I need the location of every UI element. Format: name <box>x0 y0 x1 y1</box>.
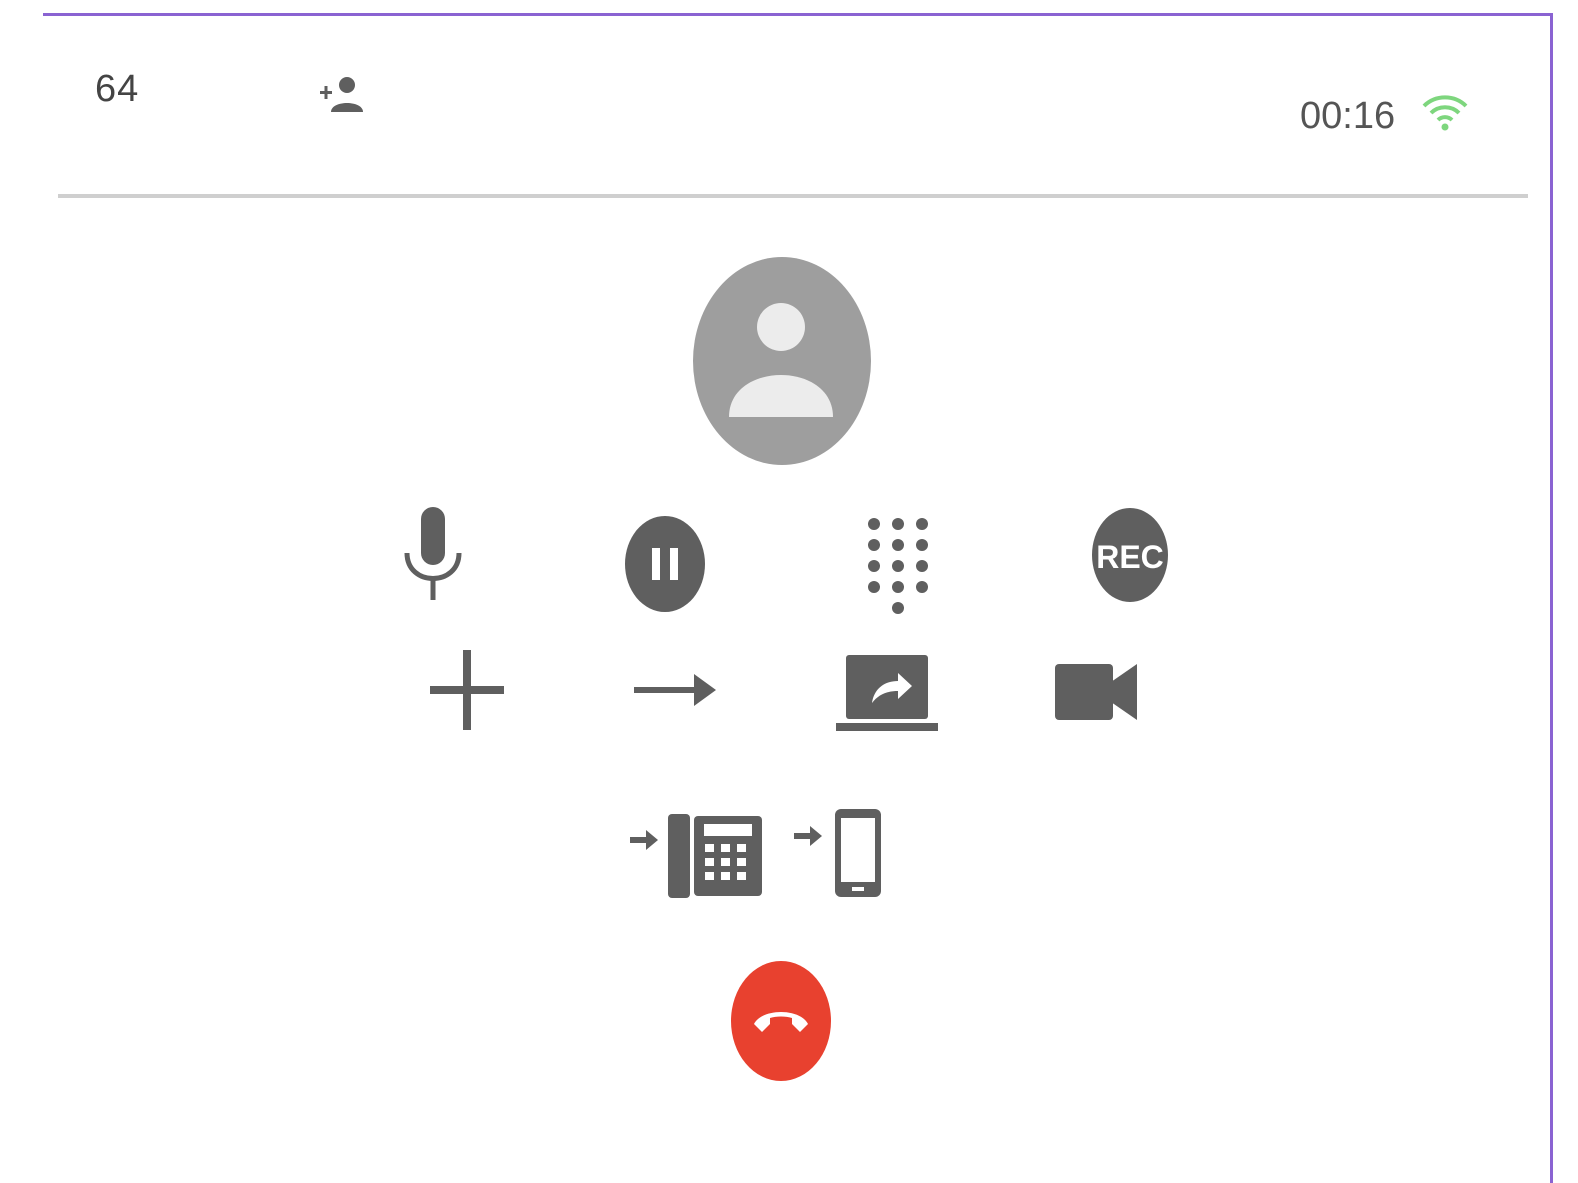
hangup-button[interactable] <box>730 960 832 1082</box>
desk-phone-transfer-icon <box>630 814 762 898</box>
person-avatar-icon <box>693 257 871 465</box>
wifi-signal-icon <box>1420 92 1470 134</box>
person-add-icon <box>320 77 363 112</box>
pause-icon <box>625 516 705 612</box>
mute-button[interactable] <box>395 505 471 603</box>
add-call-button[interactable] <box>428 648 506 732</box>
call-id: 64 <box>95 68 140 110</box>
hold-button[interactable] <box>624 515 706 613</box>
transfer-to-desk-phone-button[interactable] <box>628 810 764 900</box>
mobile-transfer-icon <box>794 809 881 897</box>
arrow-right-icon <box>634 674 716 706</box>
plus-icon <box>430 650 504 730</box>
share-screen-button[interactable] <box>836 653 938 733</box>
transfer-button[interactable] <box>632 668 718 712</box>
record-icon: REC <box>1092 508 1168 602</box>
dialpad-button[interactable] <box>862 512 934 616</box>
phone-hangup-icon <box>731 961 831 1081</box>
record-button[interactable]: REC <box>1091 507 1169 603</box>
call-timer: 00:16 <box>1300 95 1396 137</box>
microphone-icon <box>404 507 462 600</box>
dialpad-icon <box>868 518 928 614</box>
screen-share-icon <box>836 655 938 731</box>
video-button[interactable] <box>1053 660 1139 724</box>
video-camera-icon <box>1055 664 1137 720</box>
record-label: REC <box>1096 539 1164 575</box>
add-contact-button[interactable] <box>315 72 371 120</box>
transfer-to-mobile-button[interactable] <box>792 806 886 900</box>
header-divider <box>58 194 1528 198</box>
